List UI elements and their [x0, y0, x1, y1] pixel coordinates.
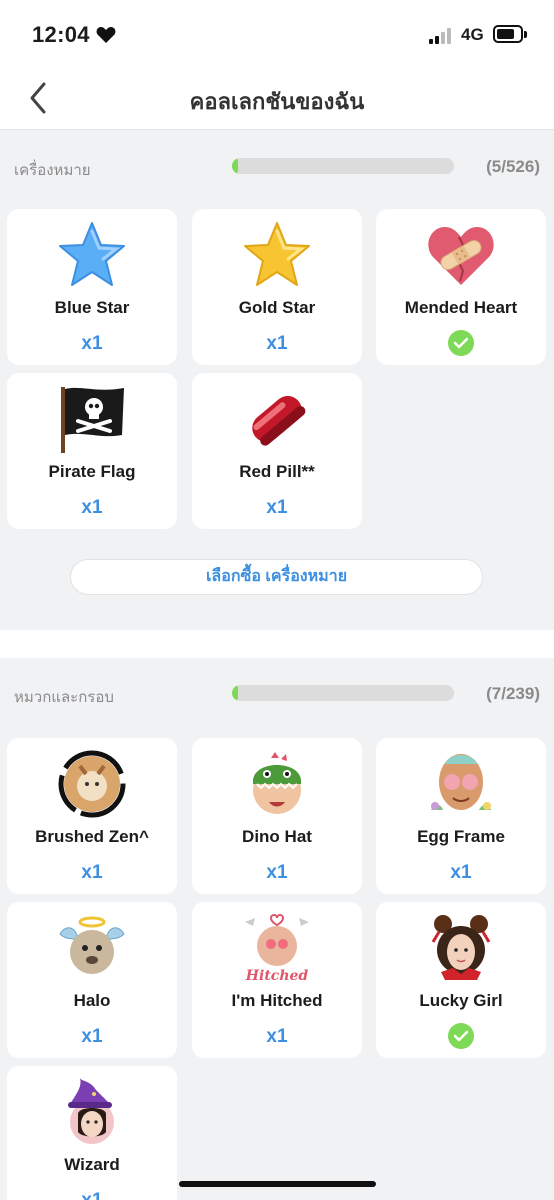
frame-card-egg-frame[interactable]: Egg Frame x1 — [376, 738, 546, 894]
frame-card-im-hitched[interactable]: Hitched I'm Hitched x1 — [192, 902, 362, 1058]
halo-frame-icon — [59, 916, 125, 974]
card-name: Lucky Girl — [419, 991, 503, 1010]
sticker-card-pirate-flag[interactable]: Pirate Flag x1 — [7, 373, 177, 529]
card-quantity: x1 — [81, 1026, 103, 1047]
egg-frame-icon — [431, 754, 491, 810]
mended-heart-icon — [428, 227, 494, 285]
owned-check-icon — [448, 1023, 474, 1049]
stickers-progress-count: (5/526) — [486, 157, 540, 176]
section-divider — [0, 630, 554, 658]
lucky-girl-frame-icon — [431, 915, 491, 980]
card-name: Gold Star — [238, 298, 316, 317]
battery-tip — [524, 31, 527, 38]
frames-progress-bar — [232, 685, 454, 701]
card-name: Egg Frame — [417, 827, 505, 846]
home-indicator[interactable] — [179, 1181, 376, 1187]
frames-progress-count: (7/239) — [486, 684, 540, 703]
frames-label: หมวกและกรอบ — [14, 689, 114, 706]
frame-card-brushed-zen[interactable]: Brushed Zen^ x1 — [7, 738, 177, 894]
nav-bar: คอลเลกชันของฉัน — [0, 70, 554, 130]
wizard-hat-icon — [68, 1078, 114, 1144]
stickers-section: เครื่องหมาย (5/526) Blue Star x1 Gold St… — [0, 131, 554, 595]
card-quantity: x1 — [266, 497, 288, 518]
card-name: Mended Heart — [404, 298, 518, 317]
red-pill-icon — [252, 396, 306, 446]
blue-star-icon — [59, 222, 125, 286]
stickers-label: เครื่องหมาย — [14, 162, 91, 179]
card-quantity: x1 — [450, 862, 472, 883]
page-title: คอลเลกชันของฉัน — [189, 89, 365, 114]
shop-stickers-button[interactable]: เลือกซื้อ เครื่องหมาย — [70, 559, 483, 595]
sticker-card-gold-star[interactable]: Gold Star x1 — [192, 209, 362, 365]
card-quantity: x1 — [266, 333, 288, 354]
heart-icon — [96, 27, 116, 43]
brushed-zen-frame-icon — [58, 750, 126, 818]
card-quantity: x1 — [81, 333, 103, 354]
frames-header: หมวกและกรอบ (7/239) — [0, 658, 554, 730]
card-name: Dino Hat — [242, 827, 312, 846]
card-quantity: x1 — [7, 1190, 177, 1200]
card-quantity: x1 — [266, 862, 288, 883]
card-name: Blue Star — [54, 298, 130, 317]
stickers-progress-bar — [232, 158, 454, 174]
pirate-flag-icon — [61, 387, 124, 453]
card-quantity: x1 — [81, 862, 103, 883]
sticker-card-blue-star[interactable]: Blue Star x1 — [7, 209, 177, 365]
sticker-card-red-pill[interactable]: Red Pill** x1 — [192, 373, 362, 529]
stickers-progress-fill — [232, 158, 238, 174]
card-quantity: x1 — [81, 497, 103, 518]
dino-hat-icon — [253, 752, 301, 814]
card-quantity: x1 — [266, 1026, 288, 1047]
card-name: Brushed Zen^ — [35, 827, 149, 846]
gold-star-icon — [244, 222, 310, 286]
frame-card-halo[interactable]: Halo x1 — [7, 902, 177, 1058]
network-type: 4G — [461, 25, 484, 44]
sticker-card-mended-heart[interactable]: Mended Heart — [376, 209, 546, 365]
hitched-frame-icon: Hitched — [245, 914, 309, 984]
frame-card-wizard[interactable]: Wizard x1 — [7, 1066, 177, 1200]
frames-grid: Brushed Zen^ x1 Dino Hat x1 Egg Frame x1… — [0, 738, 554, 1200]
status-time: 12:04 — [32, 22, 90, 47]
frames-section: หมวกและกรอบ (7/239) Brushed Zen^ x1 Dino… — [0, 658, 554, 1200]
owned-check-icon — [448, 330, 474, 356]
stickers-grid: Blue Star x1 Gold Star x1 Mended Heart P… — [0, 209, 554, 539]
battery-icon — [493, 25, 523, 43]
frame-card-lucky-girl[interactable]: Lucky Girl — [376, 902, 546, 1058]
card-name: Halo — [73, 991, 111, 1010]
card-name: Red Pill** — [239, 462, 315, 481]
hitched-art-text: Hitched — [245, 968, 309, 984]
card-name: I'm Hitched — [231, 991, 323, 1010]
status-bar: 12:04 4G — [0, 0, 554, 70]
signal-strength-icon — [429, 28, 453, 44]
stickers-header: เครื่องหมาย (5/526) — [0, 131, 554, 203]
frames-progress-fill — [232, 685, 239, 701]
card-name: Wizard — [64, 1155, 120, 1174]
card-name: Pirate Flag — [48, 462, 136, 481]
frame-card-dino-hat[interactable]: Dino Hat x1 — [192, 738, 362, 894]
